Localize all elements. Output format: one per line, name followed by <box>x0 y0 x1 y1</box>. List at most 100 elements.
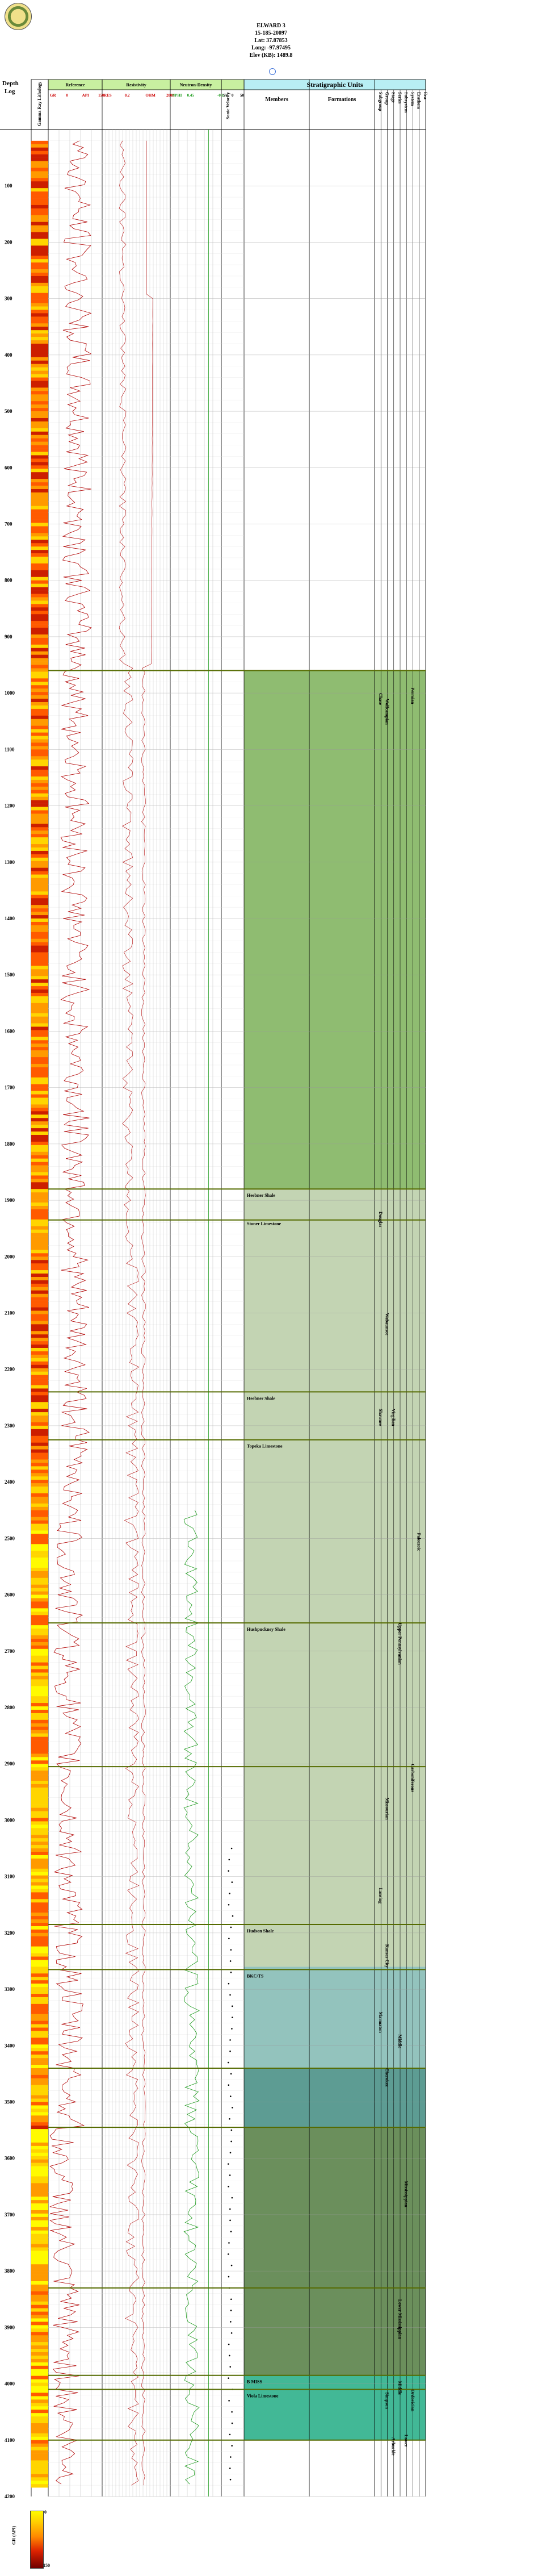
lithology-band <box>31 742 48 746</box>
lithology-band <box>31 455 48 459</box>
lithology-band <box>31 1638 48 1643</box>
strat-title: Stratigraphic Units <box>307 81 363 89</box>
sonic-point <box>231 2445 233 2447</box>
lithology-band <box>31 1364 48 1369</box>
lithology-band <box>31 1747 48 1751</box>
lithology-band <box>31 489 48 493</box>
lithology-band <box>31 1283 48 1288</box>
lithology-band <box>31 2268 48 2272</box>
sonic-point <box>231 1881 233 1883</box>
depth-tick-label: 2000 <box>5 1254 15 1259</box>
strat-rank-label: Middle <box>397 2034 402 2048</box>
lithology-band <box>31 1023 48 1027</box>
lithology-band <box>31 1239 48 1243</box>
lithology-band <box>31 364 48 368</box>
depth-tick-label: 3000 <box>5 1817 15 1823</box>
lithology-band <box>31 1212 48 1217</box>
depth-tick-label: 700 <box>5 521 12 527</box>
lithology-band <box>31 164 48 168</box>
lithology-band <box>31 1050 48 1054</box>
depth-tick-label: 2300 <box>5 1423 15 1429</box>
lithology-band <box>31 1736 48 1740</box>
strat-rank-label: Missourian <box>384 1798 389 1820</box>
lithology-band <box>31 1984 48 1988</box>
sonic-point <box>232 2107 233 2109</box>
lithology-band <box>31 1168 48 1172</box>
lithology-band <box>31 1331 48 1335</box>
lithology-band <box>31 1601 48 1605</box>
lithology-band <box>31 637 48 642</box>
depth-tick-label: 1400 <box>5 916 15 921</box>
lithology-band <box>31 796 48 800</box>
lithology-band <box>31 776 48 780</box>
lithology-band <box>31 266 48 270</box>
sonic-point <box>228 1903 230 1906</box>
lithology-band <box>31 702 48 706</box>
lithology-band <box>31 1310 48 1314</box>
lithology-band <box>31 1422 48 1426</box>
sonic-point <box>231 2411 233 2413</box>
lithology-band <box>31 2413 48 2417</box>
lithology-band <box>31 1906 48 1910</box>
lithology-band <box>31 1057 48 1061</box>
lithology-band <box>31 580 48 584</box>
lithology-band <box>31 1043 48 1047</box>
lithology-band <box>31 2034 48 2038</box>
lithology-band <box>31 1615 48 1619</box>
lithology-band <box>31 1554 48 1558</box>
lithology-band <box>31 1138 48 1142</box>
lithology-band <box>31 370 48 374</box>
depth-tick-label: 2800 <box>5 1705 15 1710</box>
lithology-band <box>31 1091 48 1095</box>
lithology-band <box>31 1676 48 1680</box>
lithology-band <box>31 990 48 993</box>
lithology-band <box>31 1764 48 1768</box>
lithology-band <box>31 1398 48 1402</box>
sonic-point <box>228 2186 229 2187</box>
sonic-point <box>230 1847 233 1849</box>
lithology-band <box>31 1558 48 1562</box>
lithology-band <box>31 1797 48 1801</box>
lithology-band <box>31 1246 48 1250</box>
lithology-band <box>31 452 48 456</box>
lithology-band <box>31 306 48 310</box>
lithology-band <box>31 1564 48 1568</box>
lithology-band <box>31 1936 48 1940</box>
lithology-band <box>31 2227 48 2231</box>
lithology-band <box>31 999 48 1004</box>
sonic-point <box>230 2310 232 2311</box>
resistivity-scale-label: OHM <box>145 93 156 98</box>
lithology-band <box>31 523 48 527</box>
lithology-band <box>31 932 48 936</box>
depth-tick-label: 400 <box>5 352 12 358</box>
sonic-point <box>232 1915 234 1917</box>
strat-rank-label: Simpson <box>384 2392 389 2409</box>
lithology-band <box>31 1070 48 1075</box>
lithology-band <box>31 779 48 784</box>
depth-tick-label: 1200 <box>5 803 15 809</box>
lithology-band <box>31 353 48 358</box>
lithology-band <box>31 2024 48 2028</box>
lithology-band <box>31 2132 48 2136</box>
rank-title: Subgroup <box>378 92 383 111</box>
lithology-band <box>31 1327 48 1331</box>
lithology-band <box>31 1125 48 1129</box>
lithology-band <box>31 1584 48 1588</box>
lithology-band <box>31 1740 48 1744</box>
lithology-band <box>31 2358 48 2363</box>
lithology-band <box>31 2041 48 2045</box>
lithology-band <box>31 1236 48 1240</box>
lithology-band <box>31 1807 48 1811</box>
lithology-band <box>31 1534 48 1538</box>
lithology-band <box>31 1804 48 1808</box>
lithology-band <box>31 1902 48 1906</box>
lithology-band <box>31 1567 48 1572</box>
lithology-band <box>31 2055 48 2059</box>
lithology-band <box>31 1977 48 1981</box>
lithology-band <box>31 2074 48 2079</box>
colorbar-min: 0 <box>44 2510 47 2515</box>
lithology-band <box>31 1517 48 1521</box>
sonic-point <box>228 1870 229 1872</box>
lithology-band <box>31 168 48 172</box>
lithology-band <box>31 1500 48 1504</box>
